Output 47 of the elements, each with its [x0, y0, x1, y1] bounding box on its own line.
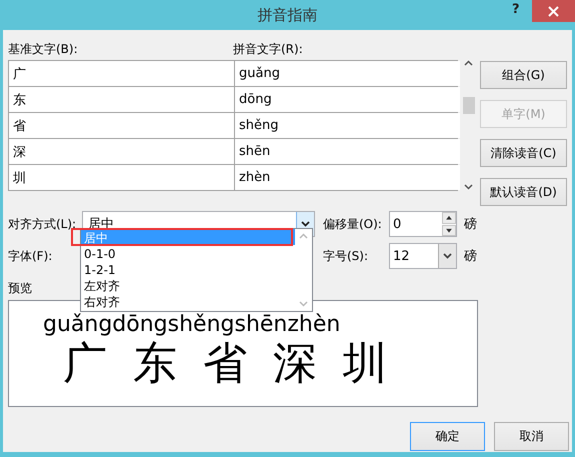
table-cell[interactable]: 省 — [9, 113, 234, 138]
field-label: 对齐方式(L): — [8, 216, 78, 232]
column-label: 拼音文字(R): — [233, 40, 304, 58]
table-cell[interactable]: zhèn — [235, 165, 460, 190]
scroll-up-icon[interactable] — [464, 60, 473, 66]
preview-pinyin: guǎngdōngshěngshēnzhèn — [43, 313, 340, 337]
offset-spinner[interactable]: 0 — [389, 211, 457, 237]
dropdown-option[interactable]: 右对齐 — [81, 293, 295, 309]
preview-character: 省 — [203, 339, 247, 389]
spin-down-icon[interactable] — [442, 224, 456, 236]
close-button[interactable] — [532, 0, 575, 22]
font-size-dropdown[interactable]: 12 — [389, 243, 457, 269]
preview-character: 广 — [63, 339, 107, 389]
dropdown-option[interactable]: 1-2-1 — [81, 261, 295, 277]
preview-character: 东 — [133, 339, 177, 389]
unit-label: 磅 — [464, 248, 477, 265]
dropdown-option[interactable]: 0-1-0 — [81, 245, 295, 261]
unit-label: 磅 — [464, 216, 477, 233]
table-cell[interactable]: 东 — [9, 87, 234, 112]
caret-icon — [301, 221, 310, 227]
caret-icon — [443, 253, 452, 259]
table-cell[interactable]: shěng — [235, 113, 460, 138]
side-button[interactable]: 组合(G) — [480, 61, 567, 89]
field-label: 偏移量(O): — [323, 216, 383, 232]
table-cell[interactable]: 深 — [9, 139, 234, 164]
cancel-button[interactable]: 取消 — [494, 422, 569, 451]
table-cell[interactable]: guǎng — [235, 61, 460, 86]
dropdown-option[interactable]: 左对齐 — [81, 277, 295, 293]
close-icon — [548, 6, 559, 16]
ok-button[interactable]: 确定 — [410, 422, 485, 451]
table-cell[interactable]: 圳 — [9, 165, 234, 190]
table-cell[interactable]: shēn — [235, 139, 460, 164]
table-cell[interactable]: 广 — [9, 61, 234, 86]
table-cell[interactable]: dōng — [235, 87, 460, 112]
preview-character: 圳 — [343, 339, 387, 389]
preview-character: 深 — [273, 339, 317, 389]
side-button[interactable]: 默认读音(D) — [480, 178, 567, 206]
column-label: 基准文字(B): — [8, 40, 79, 58]
field-label: 字体(F): — [8, 248, 54, 264]
scrollbar-thumb[interactable] — [462, 96, 474, 114]
window-title: 拼音指南 — [258, 6, 318, 24]
field-label: 字号(S): — [323, 248, 370, 264]
preview-label: 预览 — [8, 281, 32, 295]
side-button[interactable]: 清除读音(C) — [480, 139, 567, 167]
help-button[interactable]: ? — [512, 2, 520, 17]
scroll-down-icon[interactable] — [464, 184, 473, 190]
spin-up-icon[interactable] — [442, 212, 456, 224]
